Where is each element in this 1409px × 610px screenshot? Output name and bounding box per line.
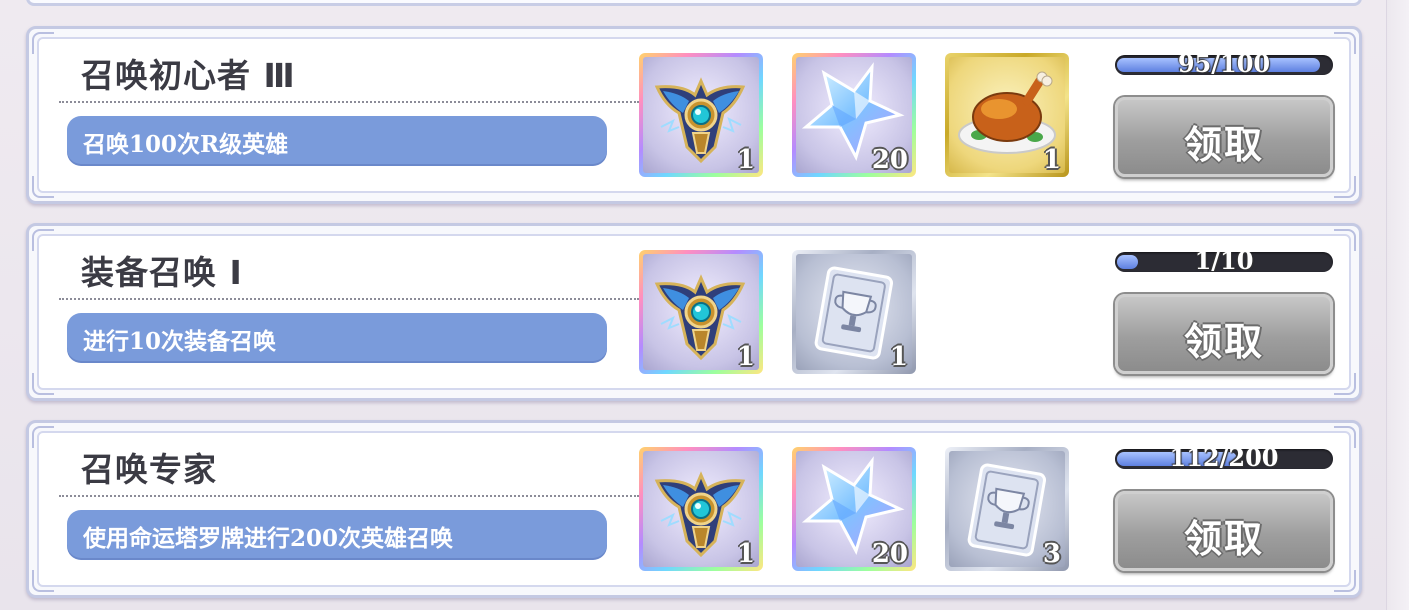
quest-title: 召唤专家 <box>81 450 217 489</box>
frame-corner <box>1334 176 1356 198</box>
frame-corner <box>32 570 54 592</box>
quest-description-bar: 召唤100次R级英雄 <box>67 116 607 166</box>
frame-corner <box>1334 570 1356 592</box>
reward-quantity: 1 <box>889 342 908 370</box>
reward-quantity: 1 <box>1042 145 1061 173</box>
reward-item[interactable]: 1 <box>639 53 763 177</box>
quest-title: 召唤初心者 Ⅲ <box>81 56 296 95</box>
quest-card: 召唤专家 使用命运塔罗牌进行200次英雄召唤 1 20 3 112/200 领取 <box>26 420 1362 598</box>
reward-item[interactable]: 1 <box>639 250 763 374</box>
progress-text: 112/200 <box>1169 449 1279 469</box>
frame-corner <box>32 176 54 198</box>
claim-button-label: 领取 <box>1183 319 1264 364</box>
dotted-divider <box>59 101 639 103</box>
claim-button[interactable]: 领取 <box>1115 491 1333 571</box>
claim-button[interactable]: 领取 <box>1115 97 1333 177</box>
frame-corner <box>32 32 54 54</box>
reward-quantity: 20 <box>871 539 908 567</box>
quest-description: 进行10次装备召唤 <box>83 328 277 355</box>
frame-corner <box>32 426 54 448</box>
reward-quantity: 20 <box>871 145 908 173</box>
reward-quantity: 3 <box>1042 539 1061 567</box>
dotted-divider <box>59 298 639 300</box>
quest-description-bar: 进行10次装备召唤 <box>67 313 607 363</box>
scrollbar-track[interactable] <box>1386 0 1409 610</box>
frame-corner <box>32 373 54 395</box>
claim-button-label: 领取 <box>1183 516 1264 561</box>
progress-text: 95/100 <box>1177 55 1271 75</box>
progress-bar: 1/10 <box>1115 252 1333 272</box>
reward-quantity: 1 <box>736 342 755 370</box>
frame-corner <box>1334 373 1356 395</box>
reward-quantity: 1 <box>736 539 755 567</box>
quest-title: 装备召唤 Ⅰ <box>81 253 243 292</box>
progress-bar: 112/200 <box>1115 449 1333 469</box>
dotted-divider <box>59 495 639 497</box>
quest-card: 召唤初心者 Ⅲ 召唤100次R级英雄 1 20 1 95/100 领取 <box>26 26 1362 204</box>
frame-corner <box>1334 426 1356 448</box>
reward-item[interactable]: 1 <box>945 53 1069 177</box>
reward-item[interactable]: 3 <box>945 447 1069 571</box>
progress-bar: 95/100 <box>1115 55 1333 75</box>
claim-button-label: 领取 <box>1183 122 1264 167</box>
frame-corner <box>32 229 54 251</box>
quest-description: 使用命运塔罗牌进行200次英雄召唤 <box>83 525 454 552</box>
claim-button[interactable]: 领取 <box>1115 294 1333 374</box>
reward-item[interactable]: 20 <box>792 447 916 571</box>
frame-corner <box>1334 32 1356 54</box>
reward-item[interactable]: 1 <box>639 447 763 571</box>
reward-item[interactable]: 20 <box>792 53 916 177</box>
progress-text: 1/10 <box>1194 252 1254 272</box>
quest-description-bar: 使用命运塔罗牌进行200次英雄召唤 <box>67 510 607 560</box>
reward-item[interactable]: 1 <box>792 250 916 374</box>
reward-quantity: 1 <box>736 145 755 173</box>
quest-description: 召唤100次R级英雄 <box>83 131 289 158</box>
quest-card: 装备召唤 Ⅰ 进行10次装备召唤 1 1 1/10 领取 <box>26 223 1362 401</box>
frame-corner <box>1334 229 1356 251</box>
previous-quest-card-edge <box>26 0 1362 6</box>
